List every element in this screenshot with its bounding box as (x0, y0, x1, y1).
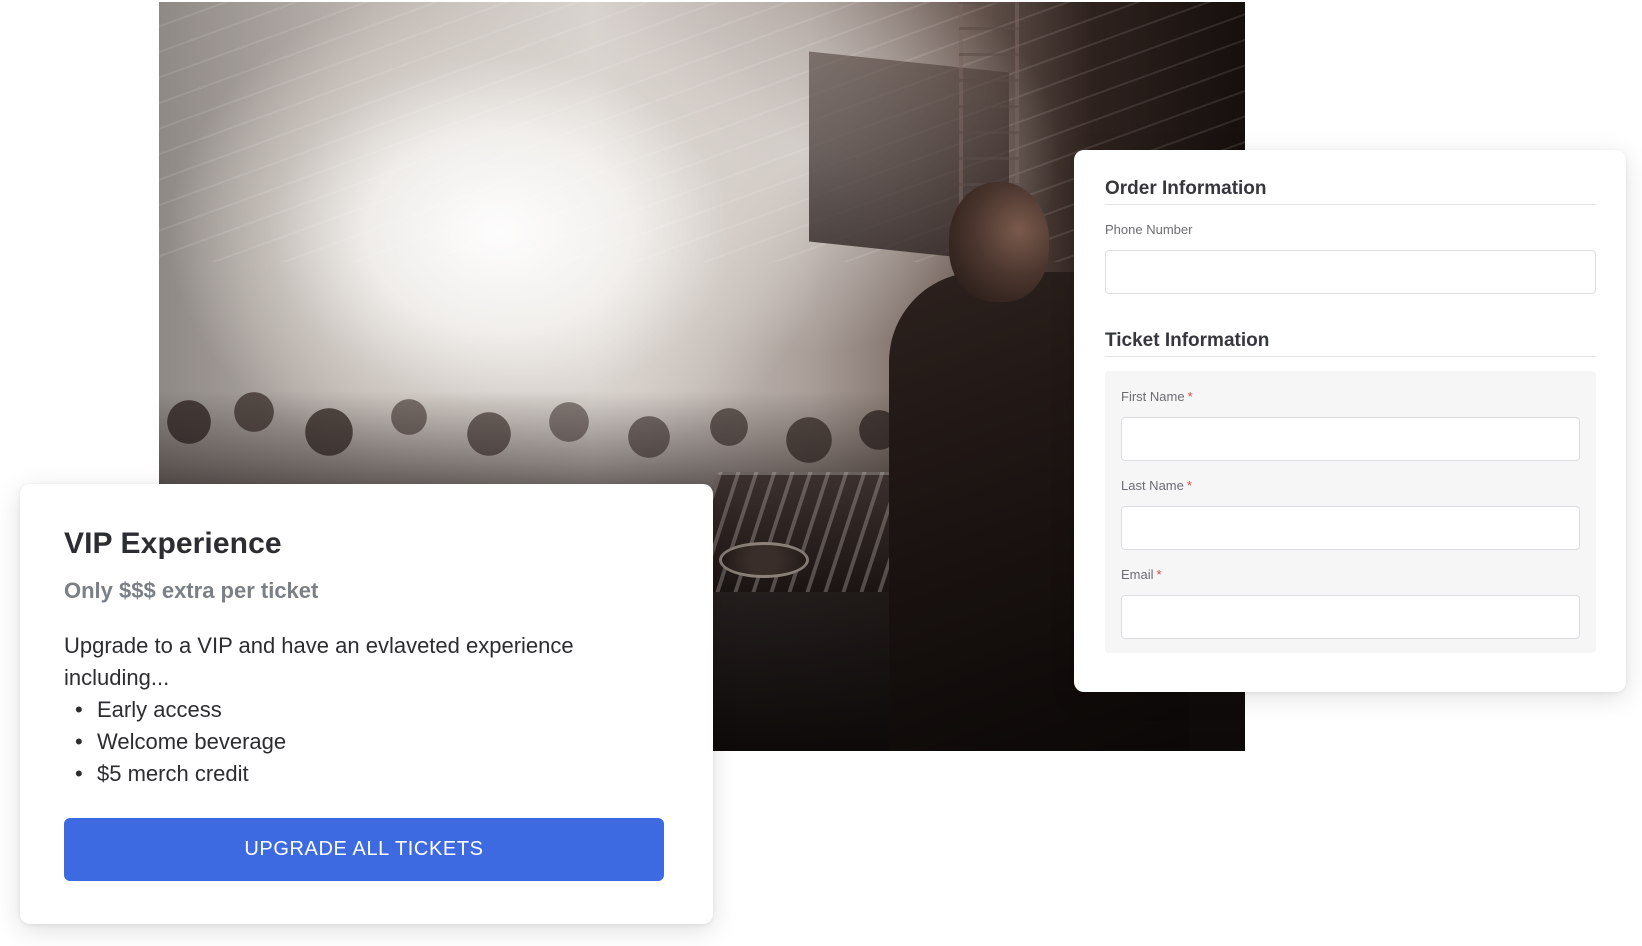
required-marker: * (1156, 567, 1162, 582)
first-name-input[interactable] (1121, 417, 1580, 461)
order-information-heading: Order Information (1105, 178, 1596, 205)
upgrade-all-tickets-button[interactable]: UPGRADE ALL TICKETS (64, 818, 664, 881)
bullet-icon: • (75, 697, 83, 722)
perk-label: Welcome beverage (97, 729, 287, 754)
first-name-label-text: First Name (1121, 389, 1185, 404)
email-label-text: Email (1121, 567, 1154, 582)
bullet-icon: • (75, 729, 83, 754)
list-item: • $5 merch credit (64, 758, 669, 790)
vip-experience-card: VIP Experience Only $$$ extra per ticket… (20, 484, 713, 924)
last-name-input[interactable] (1121, 506, 1580, 550)
list-item: • Early access (64, 694, 669, 726)
perk-label: Early access (97, 697, 222, 722)
required-marker: * (1187, 389, 1193, 404)
vip-perks-list: • Early access • Welcome beverage • $5 m… (64, 694, 669, 790)
dj-head (949, 182, 1049, 302)
phone-number-input[interactable] (1105, 250, 1596, 294)
vip-price-subtitle: Only $$$ extra per ticket (64, 578, 319, 603)
bullet-icon: • (75, 761, 83, 786)
ticket-fields-panel: First Name * Last Name * Email * (1105, 371, 1596, 653)
last-name-label: Last Name * (1121, 478, 1580, 493)
list-item: • Welcome beverage (64, 726, 669, 758)
first-name-label: First Name * (1121, 389, 1580, 404)
turntable-deck (719, 542, 809, 578)
required-marker: * (1186, 478, 1192, 493)
last-name-label-text: Last Name (1121, 478, 1184, 493)
vip-title: VIP Experience (64, 527, 282, 560)
ticket-information-heading: Ticket Information (1105, 330, 1596, 357)
order-form-card: Order Information Phone Number Ticket In… (1074, 150, 1626, 692)
vip-description: Upgrade to a VIP and have an evlaveted e… (64, 633, 574, 690)
email-input[interactable] (1121, 595, 1580, 639)
email-label: Email * (1121, 567, 1580, 582)
perk-label: $5 merch credit (97, 761, 249, 786)
phone-number-label: Phone Number (1105, 222, 1193, 237)
